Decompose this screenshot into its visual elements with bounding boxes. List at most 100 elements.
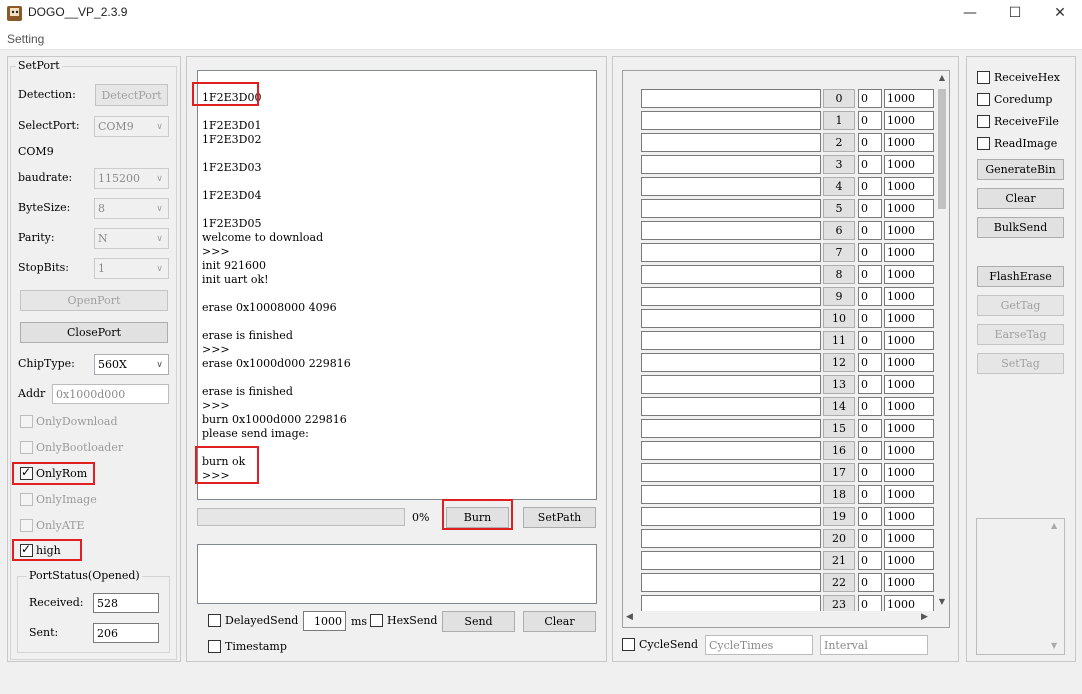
- send-row-input[interactable]: [641, 309, 821, 328]
- send-row-flag[interactable]: 0: [858, 331, 882, 350]
- send-row-delay[interactable]: 1000: [884, 375, 934, 394]
- send-row-flag[interactable]: 0: [858, 111, 882, 130]
- burn-button[interactable]: Burn: [446, 507, 509, 528]
- close-port-button[interactable]: ClosePort: [20, 322, 168, 343]
- send-row-button[interactable]: 18: [823, 485, 855, 504]
- send-button[interactable]: Send: [442, 611, 515, 632]
- send-row-delay[interactable]: 1000: [884, 265, 934, 284]
- send-row-input[interactable]: [641, 397, 821, 416]
- send-row-button[interactable]: 21: [823, 551, 855, 570]
- send-row-flag[interactable]: 0: [858, 397, 882, 416]
- send-row-button[interactable]: 15: [823, 419, 855, 438]
- send-row-button[interactable]: 7: [823, 243, 855, 262]
- send-row-input[interactable]: [641, 463, 821, 482]
- erase-tag-button[interactable]: EarseTag: [977, 324, 1064, 345]
- send-row-delay[interactable]: 1000: [884, 507, 934, 526]
- stopbits-combo[interactable]: 1 ∨: [94, 258, 169, 279]
- hex-send-checkbox[interactable]: [370, 614, 383, 627]
- minimize-button[interactable]: —: [950, 2, 990, 24]
- send-row-delay[interactable]: 1000: [884, 397, 934, 416]
- send-row-button[interactable]: 11: [823, 331, 855, 350]
- send-row-flag[interactable]: 0: [858, 529, 882, 548]
- send-row-button[interactable]: 22: [823, 573, 855, 592]
- timestamp-checkbox[interactable]: [208, 640, 221, 653]
- send-row-flag[interactable]: 0: [858, 485, 882, 504]
- send-row-flag[interactable]: 0: [858, 353, 882, 372]
- get-tag-button[interactable]: GetTag: [977, 295, 1064, 316]
- send-row-delay[interactable]: 1000: [884, 89, 934, 108]
- send-row-button[interactable]: 19: [823, 507, 855, 526]
- send-row-delay[interactable]: 1000: [884, 199, 934, 218]
- send-row-button[interactable]: 6: [823, 221, 855, 240]
- right-area-scrollbar[interactable]: ▲ ▼: [1048, 519, 1064, 654]
- send-row-flag[interactable]: 0: [858, 375, 882, 394]
- send-row-flag[interactable]: 0: [858, 265, 882, 284]
- chevron-down-icon[interactable]: ▼: [934, 597, 949, 609]
- send-row-button[interactable]: 3: [823, 155, 855, 174]
- parity-combo[interactable]: N ∨: [94, 228, 169, 249]
- send-row-flag[interactable]: 0: [858, 243, 882, 262]
- send-row-button[interactable]: 16: [823, 441, 855, 460]
- send-row-delay[interactable]: 1000: [884, 111, 934, 130]
- send-row-flag[interactable]: 0: [858, 155, 882, 174]
- send-row-button[interactable]: 1: [823, 111, 855, 130]
- send-row-button[interactable]: 4: [823, 177, 855, 196]
- send-row-delay[interactable]: 1000: [884, 485, 934, 504]
- send-row-input[interactable]: [641, 177, 821, 196]
- send-row-delay[interactable]: 1000: [884, 551, 934, 570]
- send-row-input[interactable]: [641, 375, 821, 394]
- send-row-flag[interactable]: 0: [858, 287, 882, 306]
- send-row-input[interactable]: [641, 573, 821, 592]
- send-row-delay[interactable]: 1000: [884, 243, 934, 262]
- maximize-button[interactable]: ☐: [995, 2, 1035, 24]
- cycle-times-input[interactable]: CycleTimes: [705, 635, 813, 655]
- send-row-delay[interactable]: 1000: [884, 287, 934, 306]
- flash-erase-button[interactable]: FlashErase: [977, 266, 1064, 287]
- send-input[interactable]: [197, 544, 597, 604]
- send-row-delay[interactable]: 1000: [884, 221, 934, 240]
- scrollbar-thumb[interactable]: [938, 89, 946, 209]
- generate-bin-button[interactable]: GenerateBin: [977, 159, 1064, 180]
- clear-button[interactable]: Clear: [977, 188, 1064, 209]
- send-row-button[interactable]: 10: [823, 309, 855, 328]
- selectport-combo[interactable]: COM9 ∨: [94, 116, 169, 137]
- send-row-button[interactable]: 2: [823, 133, 855, 152]
- set-tag-button[interactable]: SetTag: [977, 353, 1064, 374]
- send-row-input[interactable]: [641, 89, 821, 108]
- send-row-flag[interactable]: 0: [858, 309, 882, 328]
- baudrate-combo[interactable]: 115200 ∨: [94, 168, 169, 189]
- open-port-button[interactable]: OpenPort: [20, 290, 168, 311]
- send-row-button[interactable]: 12: [823, 353, 855, 372]
- send-row-input[interactable]: [641, 441, 821, 460]
- send-row-input[interactable]: [641, 111, 821, 130]
- clear-send-button[interactable]: Clear: [523, 611, 596, 632]
- read-image-checkbox[interactable]: [977, 137, 990, 150]
- send-row-delay[interactable]: 1000: [884, 133, 934, 152]
- send-row-flag[interactable]: 0: [858, 463, 882, 482]
- send-row-input[interactable]: [641, 265, 821, 284]
- send-row-flag[interactable]: 0: [858, 573, 882, 592]
- send-row-delay[interactable]: 1000: [884, 463, 934, 482]
- chevron-up-icon[interactable]: ▲: [1051, 521, 1057, 530]
- high-checkbox[interactable]: [20, 542, 33, 557]
- delayed-send-checkbox[interactable]: [208, 614, 221, 627]
- send-row-input[interactable]: [641, 155, 821, 174]
- send-row-flag[interactable]: 0: [858, 199, 882, 218]
- send-row-input[interactable]: [641, 507, 821, 526]
- send-row-flag[interactable]: 0: [858, 221, 882, 240]
- chevron-right-icon[interactable]: ▶: [921, 612, 928, 622]
- right-text-area[interactable]: ▲ ▼: [976, 518, 1065, 655]
- receive-file-checkbox[interactable]: [977, 115, 990, 128]
- only-ate-checkbox[interactable]: [20, 519, 33, 532]
- only-image-checkbox[interactable]: [20, 493, 33, 506]
- receive-console[interactable]: 1F2E3D00 1F2E3D01 1F2E3D02 1F2E3D03 1F2E3D04…: [197, 70, 597, 500]
- cycle-send-checkbox[interactable]: [622, 638, 635, 651]
- send-row-flag[interactable]: 0: [858, 419, 882, 438]
- menu-setting[interactable]: Setting: [7, 32, 44, 46]
- send-row-input[interactable]: [641, 133, 821, 152]
- send-row-flag[interactable]: 0: [858, 133, 882, 152]
- send-row-input[interactable]: [641, 551, 821, 570]
- bytesize-combo[interactable]: 8 ∨: [94, 198, 169, 219]
- chevron-up-icon[interactable]: ▲: [934, 73, 949, 85]
- send-row-button[interactable]: 14: [823, 397, 855, 416]
